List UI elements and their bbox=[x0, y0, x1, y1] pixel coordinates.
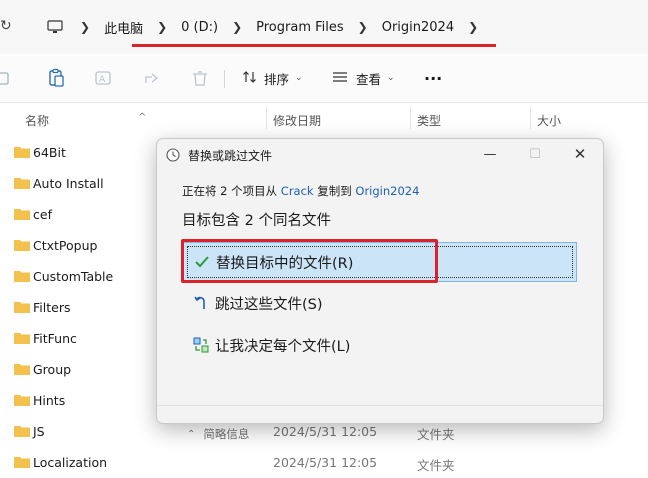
view-label: 查看 bbox=[356, 71, 382, 87]
breadcrumb-item-origin2024[interactable]: Origin2024 bbox=[382, 20, 454, 35]
chevron-down-icon: ⌄ bbox=[295, 73, 303, 83]
folder-icon bbox=[14, 177, 30, 189]
dialog-heading: 目标包含 2 个同名文件 bbox=[182, 213, 331, 229]
file-date: 2024/5/31 12:05 bbox=[273, 455, 378, 470]
decide-each-option[interactable]: 让我决定每个文件(L) bbox=[183, 326, 575, 364]
dialog-footer: ⌃ 简略信息 bbox=[157, 405, 603, 454]
view-icon bbox=[332, 70, 348, 87]
skip-arrow-icon bbox=[193, 295, 209, 311]
command-bar: A 排序 ⌄ 查看 ⌄ ··· bbox=[0, 56, 648, 103]
chevron-right-icon[interactable]: ❯ bbox=[358, 20, 368, 34]
share-icon[interactable] bbox=[143, 68, 163, 88]
svg-text:A: A bbox=[99, 75, 106, 85]
file-name: 64Bit bbox=[33, 145, 66, 160]
dialog-body: 正在将 2 个项目从 Crack 复制到 Origin2024 目标包含 2 个… bbox=[157, 169, 603, 441]
copy-icon[interactable] bbox=[0, 68, 20, 88]
close-button[interactable]: ✕ bbox=[565, 143, 595, 165]
fewer-details-button[interactable]: ⌃ 简略信息 bbox=[187, 426, 249, 442]
chevron-right-icon[interactable]: ❯ bbox=[80, 20, 90, 34]
rename-icon[interactable]: A bbox=[94, 68, 114, 88]
folder-icon bbox=[14, 394, 30, 406]
column-header-size[interactable]: 大小 bbox=[537, 112, 561, 129]
file-name: Filters bbox=[33, 300, 71, 315]
file-name: CustomTable bbox=[33, 269, 114, 284]
chevron-right-icon[interactable]: ❯ bbox=[468, 20, 478, 34]
view-button[interactable]: 查看 ⌄ bbox=[332, 68, 395, 88]
file-name: Hints bbox=[33, 393, 66, 408]
folder-icon bbox=[14, 363, 30, 375]
annotation-underline bbox=[132, 44, 496, 47]
file-name: cef bbox=[33, 207, 52, 222]
copy-middle: 复制到 bbox=[313, 184, 356, 198]
column-header-type[interactable]: 类型 bbox=[417, 112, 441, 129]
destination-folder-link[interactable]: Origin2024 bbox=[355, 184, 419, 198]
clock-icon bbox=[166, 147, 180, 162]
delete-icon[interactable] bbox=[190, 68, 210, 88]
folder-icon bbox=[14, 239, 30, 251]
chevron-right-icon[interactable]: ❯ bbox=[157, 20, 167, 34]
computer-icon[interactable] bbox=[44, 20, 66, 34]
decide-each-label: 让我决定每个文件(L) bbox=[215, 338, 351, 355]
file-name: Group bbox=[33, 362, 72, 377]
folder-icon bbox=[14, 208, 30, 220]
maximize-button[interactable]: ☐ bbox=[520, 143, 550, 165]
column-separator[interactable] bbox=[266, 107, 267, 129]
fewer-details-label: 简略信息 bbox=[203, 427, 250, 441]
more-options-button[interactable]: ··· bbox=[424, 68, 442, 88]
paste-icon[interactable] bbox=[47, 68, 67, 88]
folder-icon bbox=[14, 332, 30, 344]
source-folder-link[interactable]: Crack bbox=[281, 184, 314, 198]
column-headers: ^ 名称 修改日期 类型 大小 bbox=[0, 103, 648, 133]
sort-icon bbox=[242, 69, 258, 88]
file-type: 文件夹 bbox=[417, 458, 455, 473]
chevron-right-icon[interactable]: ❯ bbox=[232, 20, 242, 34]
address-bar: ↻ ❯ 此电脑 ❯ 0 (D:) ❯ Program Files ❯ Origi… bbox=[0, 0, 648, 54]
folder-icon bbox=[14, 146, 30, 158]
skip-files-label: 跳过这些文件(S) bbox=[215, 296, 323, 313]
folder-icon bbox=[14, 425, 30, 437]
copy-prefix: 正在将 2 个项目从 bbox=[182, 184, 281, 198]
folder-icon bbox=[14, 270, 30, 282]
chevron-up-icon: ⌃ bbox=[187, 428, 196, 440]
column-separator[interactable] bbox=[530, 107, 531, 129]
dialog-titlebar[interactable]: 替换或跳过文件 — ☐ ✕ bbox=[157, 139, 603, 169]
sort-ascending-icon: ^ bbox=[138, 112, 147, 123]
file-name: Auto Install bbox=[33, 176, 104, 191]
chevron-down-icon: ⌄ bbox=[387, 73, 395, 83]
minimize-button[interactable]: — bbox=[475, 143, 505, 165]
file-name: FitFunc bbox=[33, 331, 77, 346]
decide-icon bbox=[193, 337, 209, 353]
sort-button[interactable]: 排序 ⌄ bbox=[242, 68, 303, 88]
breadcrumb-item-drive-d[interactable]: 0 (D:) bbox=[181, 20, 218, 35]
breadcrumb: ❯ 此电脑 ❯ 0 (D:) ❯ Program Files ❯ Origin2… bbox=[38, 8, 638, 46]
dialog-title: 替换或跳过文件 bbox=[188, 149, 273, 163]
column-separator[interactable] bbox=[410, 107, 411, 129]
file-name: CtxtPopup bbox=[33, 238, 98, 253]
breadcrumb-item-program-files[interactable]: Program Files bbox=[256, 20, 344, 35]
sort-label: 排序 bbox=[264, 71, 290, 87]
copy-status-text: 正在将 2 个项目从 Crack 复制到 Origin2024 bbox=[182, 183, 419, 199]
file-name: JS bbox=[33, 424, 45, 439]
toolbar-divider bbox=[224, 70, 225, 88]
breadcrumb-item-this-pc[interactable]: 此电脑 bbox=[104, 18, 143, 37]
refresh-icon[interactable]: ↻ bbox=[0, 18, 12, 34]
file-name: Localization bbox=[33, 455, 108, 470]
folder-icon bbox=[14, 456, 30, 468]
column-header-name[interactable]: 名称 bbox=[25, 112, 49, 129]
skip-files-option[interactable]: 跳过这些文件(S) bbox=[183, 284, 575, 322]
column-header-modified[interactable]: 修改日期 bbox=[273, 112, 321, 129]
folder-icon bbox=[14, 301, 30, 313]
annotation-highlight-box bbox=[181, 239, 438, 283]
